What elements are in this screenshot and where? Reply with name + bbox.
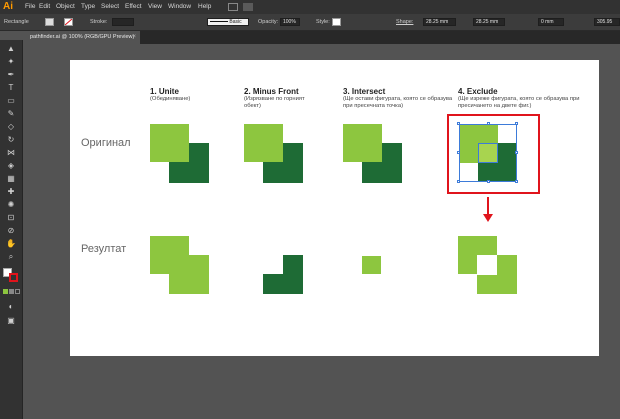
original-unite-front-square[interactable]: [150, 124, 189, 162]
graphic-style-swatch[interactable]: [332, 18, 341, 26]
row-label-result: Резултат: [81, 243, 127, 255]
document-tab[interactable]: pathfinder.ai @ 100% (RGB/GPU Preview) ×: [22, 31, 140, 44]
arrange-icon[interactable]: [243, 3, 253, 11]
opacity-label: Opacity:: [258, 19, 279, 25]
original-minus-front-square[interactable]: [244, 124, 283, 162]
shape-label[interactable]: Shape:: [396, 14, 413, 30]
opacity-field[interactable]: 100%: [280, 18, 300, 26]
control-bar: Rectangle Stroke: Basic Opacity: 100% St…: [0, 14, 620, 31]
fill-swatch[interactable]: [45, 18, 54, 26]
mesh-tool-icon[interactable]: ▦: [3, 174, 19, 183]
zoom-tool-icon[interactable]: ⌕: [3, 252, 19, 261]
magic-wand-tool-icon[interactable]: ✦: [3, 57, 19, 66]
menu-file[interactable]: File: [25, 2, 35, 12]
type-tool-icon[interactable]: T: [3, 83, 19, 92]
column-title: 4. Exclude: [458, 87, 498, 96]
rectangle-tool-icon[interactable]: ▭: [3, 96, 19, 105]
app-logo: Ai: [3, 1, 13, 12]
artboard-tool-icon[interactable]: ⊡: [3, 213, 19, 222]
shape-builder-tool-icon[interactable]: ◈: [3, 161, 19, 170]
column-subtitle: (Ще остави фигурата, която се образува п…: [343, 96, 453, 109]
menu-type[interactable]: Type: [81, 2, 95, 12]
menu-window[interactable]: Window: [168, 2, 191, 12]
style-label: Style:: [316, 19, 330, 25]
slice-tool-icon[interactable]: ⊘: [3, 226, 19, 235]
brush-definition-select[interactable]: Basic: [207, 18, 249, 26]
stroke-swatch[interactable]: [64, 18, 73, 26]
result-exclude-shape[interactable]: [458, 236, 517, 294]
column-subtitle: (Изрязване по горният обект): [244, 96, 305, 109]
eyedropper-tool-icon[interactable]: ✚: [3, 187, 19, 196]
shape-width-field[interactable]: 28.25 mm: [423, 18, 456, 26]
result-unite-shape[interactable]: [150, 236, 209, 294]
color-mode-icon[interactable]: [3, 289, 8, 294]
eraser-tool-icon[interactable]: ◇: [3, 122, 19, 131]
document-tab-title: pathfinder.ai @ 100% (RGB/GPU Preview): [30, 34, 135, 40]
close-tab-icon[interactable]: ×: [132, 31, 136, 44]
tools-panel: ▲ ✦ ✒ T ▭ ✎ ◇ ↻ ⋈ ◈ ▦ ✚ ✺ ⊡ ⊘ ✋ ⌕ ◐ ▣: [0, 40, 23, 419]
draw-mode-icon[interactable]: ◐: [3, 302, 19, 311]
column-exclude: 4. Exclude (Ще изреже фигурата, която се…: [458, 87, 583, 109]
column-unite: 1. Unite (Обединяване): [150, 87, 230, 103]
document-tab-bar: pathfinder.ai @ 100% (RGB/GPU Preview) ×: [22, 31, 620, 44]
workspace-icon[interactable]: [228, 3, 238, 11]
menu-object[interactable]: Object: [56, 2, 75, 12]
row-label-original: Оригинал: [81, 137, 131, 149]
column-title: 2. Minus Front: [244, 87, 299, 96]
shape-height-field[interactable]: 28.25 mm: [473, 18, 505, 26]
stroke-color-swatch[interactable]: [9, 273, 18, 282]
column-title: 3. Intersect: [343, 87, 386, 96]
menu-edit[interactable]: Edit: [39, 2, 50, 12]
corner-radius-field[interactable]: 0 mm: [538, 18, 564, 26]
menu-help[interactable]: Help: [198, 2, 211, 12]
selection-tool-icon[interactable]: ▲: [3, 44, 19, 53]
fill-stroke-swatches[interactable]: [3, 268, 19, 282]
width-tool-icon[interactable]: ⋈: [3, 148, 19, 157]
highlight-frame: [447, 114, 540, 194]
brush-label: Basic: [229, 19, 242, 25]
column-subtitle: (Ще изреже фигурата, която се образува п…: [458, 96, 580, 109]
pencil-tool-icon[interactable]: ✎: [3, 109, 19, 118]
column-subtitle: (Обединяване): [150, 96, 191, 102]
artboard[interactable]: 1. Unite (Обединяване) 2. Minus Front (И…: [70, 60, 599, 356]
column-minus-front: 2. Minus Front (Изрязване по горният обе…: [244, 87, 314, 109]
brush-stroke-preview: [210, 21, 228, 23]
menu-view[interactable]: View: [148, 2, 162, 12]
menu-effect[interactable]: Effect: [125, 2, 142, 12]
menu-bar: Ai File Edit Object Type Select Effect V…: [0, 0, 620, 14]
pen-tool-icon[interactable]: ✒: [3, 70, 19, 79]
column-intersect: 3. Intersect (Ще остави фигурата, която …: [343, 87, 458, 109]
screen-mode-icon[interactable]: ▣: [3, 316, 19, 325]
menu-select[interactable]: Select: [101, 2, 119, 12]
no-stroke-icon: [65, 19, 72, 25]
stroke-label: Stroke:: [90, 19, 108, 25]
original-intersect-front-square[interactable]: [343, 124, 382, 162]
stroke-weight-field[interactable]: [112, 18, 134, 26]
column-title: 1. Unite: [150, 87, 179, 96]
none-mode-icon[interactable]: [15, 289, 20, 294]
x-position-field[interactable]: 305.95: [594, 18, 620, 26]
result-intersect-shape[interactable]: [362, 256, 381, 274]
hand-tool-icon[interactable]: ✋: [3, 239, 19, 248]
gradient-mode-icon[interactable]: [9, 289, 14, 294]
selection-type-label: Rectangle: [4, 19, 29, 25]
arrow-down-icon: [483, 197, 493, 222]
result-minus-front-shape[interactable]: [263, 255, 303, 294]
symbol-sprayer-tool-icon[interactable]: ✺: [3, 200, 19, 209]
rotate-tool-icon[interactable]: ↻: [3, 135, 19, 144]
